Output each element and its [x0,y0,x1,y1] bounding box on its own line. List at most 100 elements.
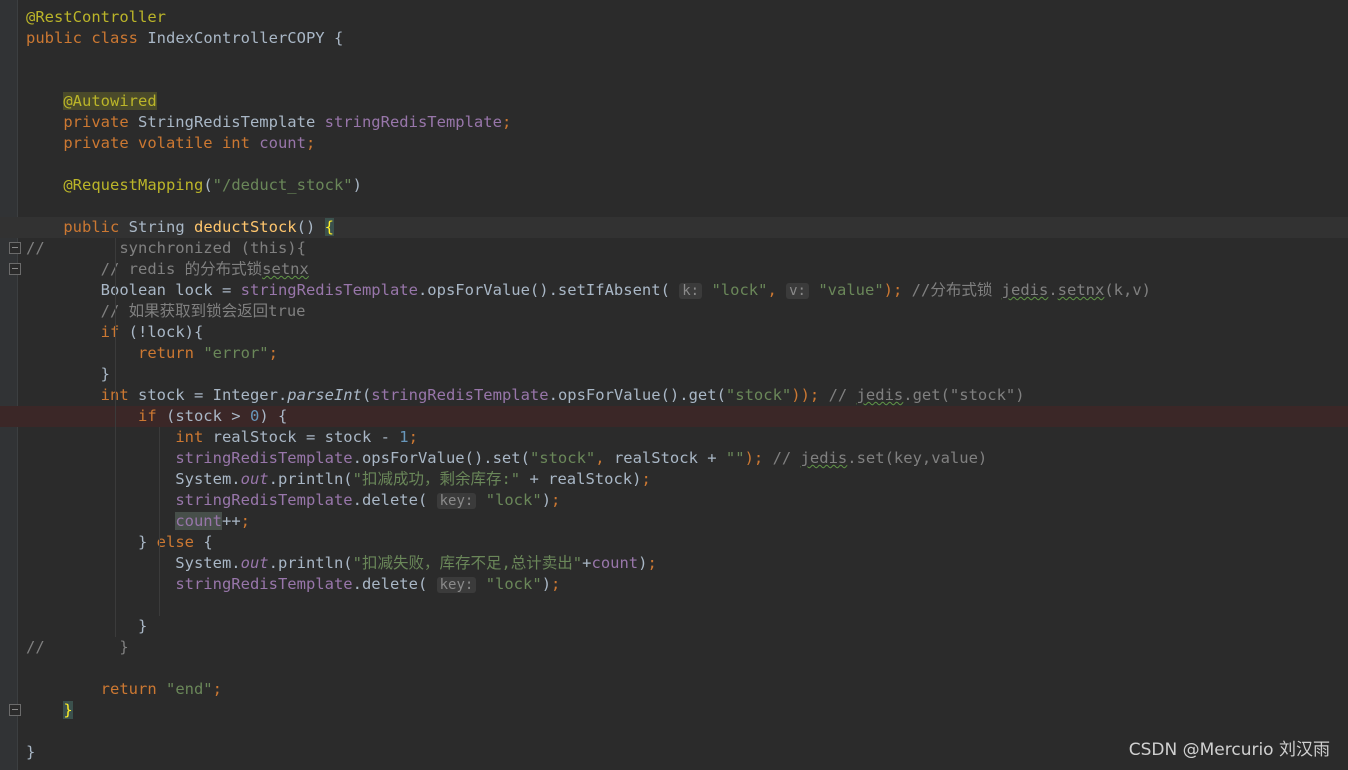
code-line[interactable]: System.out.println("扣减成功，剩余库存:" + realSt… [0,469,1348,490]
code-token: ; [240,512,250,530]
code-token: "/deduct_stock" [212,176,353,194]
code-token: private volatile int [63,134,260,152]
code-token: return [137,344,204,362]
code-line[interactable] [0,658,1348,679]
code-line[interactable]: stringRedisTemplate.delete( key: "lock")… [0,490,1348,511]
code-token: } [63,701,73,719]
code-token: stringRedisTemplate [175,491,353,509]
code-line[interactable] [0,70,1348,91]
code-text: int realStock = stock - 1; [26,427,418,448]
code-token: ); [744,449,773,467]
code-token: setnx [262,260,309,278]
code-token: IndexControllerCOPY { [147,29,344,47]
code-token: .opsForValue().set( [352,449,530,467]
code-line[interactable]: } [0,364,1348,385]
code-line[interactable]: } [0,700,1348,721]
code-token: jedis [1001,281,1049,299]
code-line[interactable]: if (stock > 0) { [0,406,1348,427]
code-token: parseInt [287,386,362,404]
code-line[interactable]: // synchronized (this){ [0,238,1348,259]
code-editor[interactable]: @RestController public class IndexControl… [0,0,1348,770]
code-token: stringRedisTemplate [175,575,353,593]
code-text: private volatile int count; [26,133,315,154]
code-line[interactable]: return "end"; [0,679,1348,700]
code-token: out [240,554,269,572]
indent-guide [115,238,116,637]
code-line[interactable]: private volatile int count; [0,133,1348,154]
code-token: 1 [399,428,409,446]
code-line[interactable]: if (!lock){ [0,322,1348,343]
code-line[interactable] [0,196,1348,217]
code-token: ; [212,680,222,698]
code-token: 0 [249,407,260,425]
code-line[interactable]: System.out.println("扣减失败，库存不足,总计卖出"+coun… [0,553,1348,574]
code-token: StringRedisTemplate [137,113,325,131]
code-line[interactable]: private StringRedisTemplate stringRedisT… [0,112,1348,133]
code-token: "" [725,449,745,467]
code-token: } [26,743,36,761]
code-text: Boolean lock = stringRedisTemplate.opsFo… [26,280,1151,302]
code-token: @Autowired [63,92,157,110]
code-line[interactable]: public class IndexControllerCOPY { [0,28,1348,49]
code-token: "lock" [711,281,768,299]
code-line[interactable]: @Autowired [0,91,1348,112]
code-token: stock = Integer. [137,386,288,404]
code-text: System.out.println("扣减失败，库存不足,总计卖出"+coun… [26,553,657,574]
code-token: .get("stock") [903,386,1025,404]
code-token: , [595,449,614,467]
code-token: stringRedisTemplate [324,113,502,131]
code-line[interactable]: return "error"; [0,343,1348,364]
code-token: "value" [818,281,884,299]
code-token: .delete( [352,491,437,509]
code-token: ( [203,176,213,194]
code-token: realStock + [613,449,726,467]
code-line[interactable]: stringRedisTemplate.delete( key: "lock")… [0,574,1348,595]
code-token: "error" [203,344,269,362]
code-text: private StringRedisTemplate stringRedisT… [26,112,511,133]
code-token: ; [551,575,561,593]
code-line[interactable]: @RequestMapping("/deduct_stock") [0,175,1348,196]
code-line[interactable] [0,595,1348,616]
code-token: ( [361,386,372,404]
code-token: .delete( [352,575,437,593]
code-token: ) [352,176,362,194]
code-line[interactable]: // redis 的分布式锁setnx [0,259,1348,280]
code-token: return [100,680,166,698]
code-token: { [324,218,334,236]
code-line[interactable]: int stock = Integer.parseInt(stringRedis… [0,385,1348,406]
code-token: .println( [268,470,353,488]
code-text: @Autowired [26,91,157,112]
code-line[interactable]: // } [0,637,1348,658]
code-text: } [26,742,35,763]
code-line[interactable]: int realStock = stock - 1; [0,427,1348,448]
code-text: int stock = Integer.parseInt(stringRedis… [26,385,1025,406]
code-line[interactable]: count++; [0,511,1348,532]
code-line[interactable]: stringRedisTemplate.opsForValue().set("s… [0,448,1348,469]
code-line[interactable]: // 如果获取到锁会返回true [0,301,1348,322]
code-line[interactable] [0,154,1348,175]
code-text: // redis 的分布式锁setnx [26,259,309,280]
code-line[interactable]: public String deductStock() { [0,217,1348,238]
code-line[interactable]: @RestController [0,7,1348,28]
code-line[interactable]: } else { [0,532,1348,553]
code-line[interactable] [0,49,1348,70]
code-token: stringRedisTemplate [175,449,353,467]
code-token: ; [268,344,278,362]
code-token: "扣减失败，库存不足,总计卖出" [352,554,583,572]
code-line[interactable]: Boolean lock = stringRedisTemplate.opsFo… [0,280,1348,301]
code-token: ) { [259,407,288,425]
code-token: count [175,512,222,530]
code-line[interactable]: } [0,616,1348,637]
